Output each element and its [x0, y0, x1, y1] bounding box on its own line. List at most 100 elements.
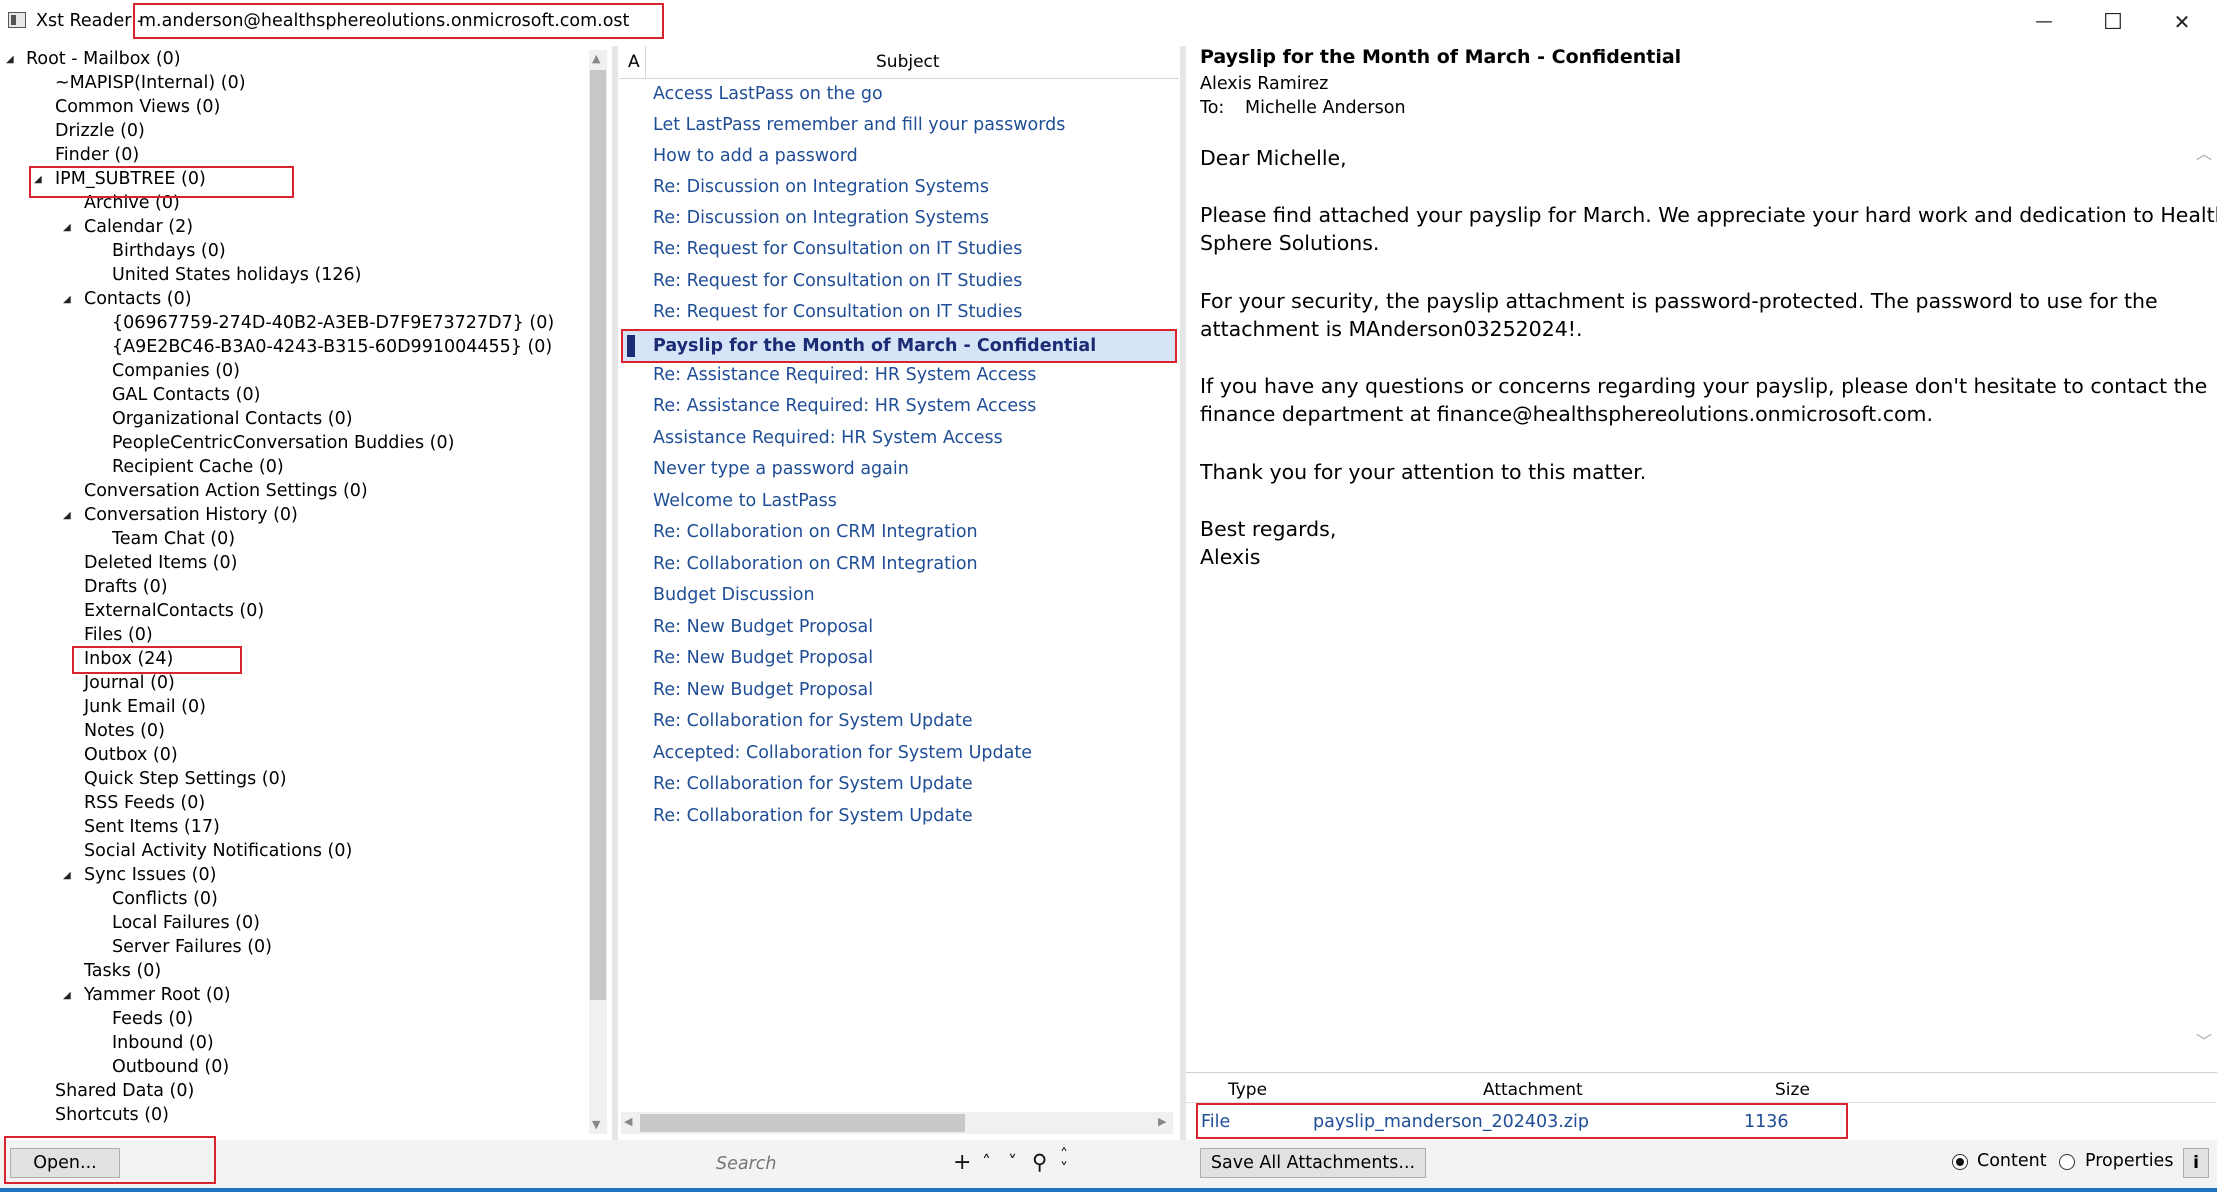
folder-conversation-history[interactable]: Conversation History (0): [84, 504, 298, 528]
folder-contacts[interactable]: Contacts (0): [84, 288, 192, 312]
expanded-triangle-icon[interactable]: ◢: [63, 294, 71, 305]
scroll-left-icon[interactable]: ◀: [624, 1115, 632, 1128]
message-row-selected[interactable]: Payslip for the Month of March - Confide…: [653, 331, 1096, 361]
folder-inbound[interactable]: Inbound (0): [112, 1032, 214, 1056]
message-row[interactable]: Re: New Budget Proposal: [653, 675, 873, 705]
properties-radio[interactable]: [2059, 1154, 2075, 1170]
expanded-triangle-icon[interactable]: ◢: [63, 510, 71, 521]
attachment-size[interactable]: 1136: [1744, 1112, 1789, 1132]
maximize-button[interactable]: ☐: [2083, 0, 2143, 44]
message-row[interactable]: Re: New Budget Proposal: [653, 643, 873, 673]
folder-yammer-root[interactable]: Yammer Root (0): [84, 984, 231, 1008]
folder-drafts[interactable]: Drafts (0): [84, 576, 168, 600]
close-button[interactable]: ✕: [2152, 0, 2212, 44]
folder-guid-2[interactable]: {A9E2BC46-B3A0-4243-B315-60D991004455} (…: [112, 336, 552, 360]
expanded-triangle-icon[interactable]: ◢: [6, 54, 14, 65]
message-row[interactable]: Budget Discussion: [653, 580, 815, 610]
attachment-column-header[interactable]: A: [628, 52, 640, 72]
expand-collapse-icon[interactable]: ˄ ˅: [1060, 1147, 1068, 1177]
scroll-up-icon[interactable]: ▲: [592, 52, 600, 65]
folder-rss-feeds[interactable]: RSS Feeds (0): [84, 792, 205, 816]
message-row[interactable]: Access LastPass on the go: [653, 79, 883, 109]
folder-team-chat[interactable]: Team Chat (0): [112, 528, 235, 552]
folder-external-contacts[interactable]: ExternalContacts (0): [84, 600, 264, 624]
folder-calendar[interactable]: Calendar (2): [84, 216, 193, 240]
folder-server-failures[interactable]: Server Failures (0): [112, 936, 272, 960]
search-icon[interactable]: ⚲: [1032, 1150, 1047, 1174]
attachment-name[interactable]: payslip_manderson_202403.zip: [1313, 1112, 1589, 1132]
folder-drizzle[interactable]: Drizzle (0): [55, 120, 145, 144]
folder-feeds[interactable]: Feeds (0): [112, 1008, 193, 1032]
folder-conflicts[interactable]: Conflicts (0): [112, 888, 218, 912]
folder-root[interactable]: Root - Mailbox (0): [26, 48, 181, 72]
folder-junk-email[interactable]: Junk Email (0): [84, 696, 206, 720]
expanded-triangle-icon[interactable]: ◢: [63, 990, 71, 1001]
message-row[interactable]: Re: Request for Consultation on IT Studi…: [653, 297, 1022, 327]
message-row[interactable]: Re: Request for Consultation on IT Studi…: [653, 266, 1022, 296]
message-row[interactable]: Re: Discussion on Integration Systems: [653, 203, 989, 233]
tree-scrollbar-thumb[interactable]: [590, 70, 606, 1000]
folder-birthdays[interactable]: Birthdays (0): [112, 240, 226, 264]
column-divider[interactable]: [645, 46, 646, 78]
attachment-size-header[interactable]: Size: [1775, 1080, 1810, 1100]
folder-deleted-items[interactable]: Deleted Items (0): [84, 552, 237, 576]
save-all-attachments-button[interactable]: Save All Attachments...: [1200, 1148, 1426, 1178]
folder-common-views[interactable]: Common Views (0): [55, 96, 220, 120]
folder-org-contacts[interactable]: Organizational Contacts (0): [112, 408, 353, 432]
folder-companies[interactable]: Companies (0): [112, 360, 240, 384]
message-row[interactable]: Welcome to LastPass: [653, 486, 837, 516]
folder-quick-step[interactable]: Quick Step Settings (0): [84, 768, 287, 792]
open-button[interactable]: Open...: [10, 1148, 120, 1178]
splitter-left[interactable]: [612, 46, 618, 1140]
message-row[interactable]: Re: Discussion on Integration Systems: [653, 172, 989, 202]
expanded-triangle-icon[interactable]: ◢: [63, 870, 71, 881]
folder-tasks[interactable]: Tasks (0): [84, 960, 161, 984]
folder-gal-contacts[interactable]: GAL Contacts (0): [112, 384, 260, 408]
attachment-name-header[interactable]: Attachment: [1483, 1080, 1583, 1100]
scroll-right-icon[interactable]: ▶: [1158, 1115, 1166, 1128]
message-row[interactable]: Re: Assistance Required: HR System Acces…: [653, 391, 1036, 421]
message-row[interactable]: Re: Collaboration for System Update: [653, 706, 973, 736]
folder-journal[interactable]: Journal (0): [84, 672, 175, 696]
info-button[interactable]: i: [2183, 1148, 2209, 1178]
attachment-type[interactable]: File: [1201, 1112, 1230, 1132]
folder-shortcuts[interactable]: Shortcuts (0): [55, 1104, 169, 1128]
message-row[interactable]: Re: Collaboration for System Update: [653, 769, 973, 799]
folder-notes[interactable]: Notes (0): [84, 720, 165, 744]
folder-us-holidays[interactable]: United States holidays (126): [112, 264, 362, 288]
chevron-up-icon[interactable]: ˄: [982, 1152, 991, 1173]
content-radio[interactable]: [1952, 1154, 1968, 1170]
folder-sent-items[interactable]: Sent Items (17): [84, 816, 220, 840]
folder-sync-issues[interactable]: Sync Issues (0): [84, 864, 216, 888]
folder-shared-data[interactable]: Shared Data (0): [55, 1080, 194, 1104]
folder-outbox[interactable]: Outbox (0): [84, 744, 178, 768]
folder-local-failures[interactable]: Local Failures (0): [112, 912, 260, 936]
folder-social-activity[interactable]: Social Activity Notifications (0): [84, 840, 352, 864]
message-row[interactable]: Accepted: Collaboration for System Updat…: [653, 738, 1032, 768]
add-icon[interactable]: +: [953, 1150, 971, 1175]
message-row[interactable]: Never type a password again: [653, 454, 909, 484]
minimize-button[interactable]: —: [2014, 0, 2074, 44]
chevron-down-icon[interactable]: ﹀: [2196, 1028, 2212, 1052]
folder-files[interactable]: Files (0): [84, 624, 153, 648]
search-input[interactable]: [712, 1149, 956, 1179]
folder-outbound[interactable]: Outbound (0): [112, 1056, 229, 1080]
scroll-down-icon[interactable]: ▼: [592, 1118, 600, 1131]
folder-finder[interactable]: Finder (0): [55, 144, 139, 168]
message-row[interactable]: Re: Collaboration on CRM Integration: [653, 517, 978, 547]
message-row[interactable]: Let LastPass remember and fill your pass…: [653, 110, 1065, 140]
message-row[interactable]: Re: Request for Consultation on IT Studi…: [653, 234, 1022, 264]
message-row[interactable]: Re: Collaboration for System Update: [653, 801, 973, 831]
expanded-triangle-icon[interactable]: ◢: [63, 222, 71, 233]
folder-conversation-action[interactable]: Conversation Action Settings (0): [84, 480, 368, 504]
list-scrollbar-thumb[interactable]: [640, 1114, 965, 1132]
message-row[interactable]: Assistance Required: HR System Access: [653, 423, 1003, 453]
folder-recipient-cache[interactable]: Recipient Cache (0): [112, 456, 284, 480]
attachment-type-header[interactable]: Type: [1228, 1080, 1267, 1100]
subject-column-header[interactable]: Subject: [876, 52, 940, 72]
folder-mapisp[interactable]: ~MAPISP(Internal) (0): [55, 72, 246, 96]
message-row[interactable]: How to add a password: [653, 141, 858, 171]
chevron-up-icon[interactable]: ︿: [2196, 140, 2212, 164]
folder-guid-1[interactable]: {06967759-274D-40B2-A3EB-D7F9E73727D7} (…: [112, 312, 554, 336]
message-row[interactable]: Re: New Budget Proposal: [653, 612, 873, 642]
